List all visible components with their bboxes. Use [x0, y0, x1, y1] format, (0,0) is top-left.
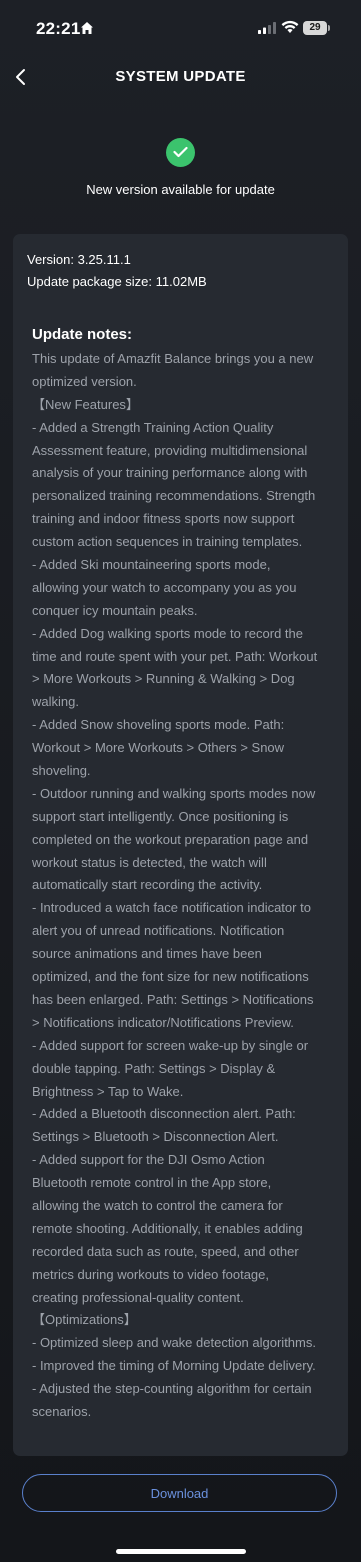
note-line: - Improved the timing of Morning Update … [32, 1358, 316, 1374]
note-line: Workout > More Workouts > Others > Snow [32, 740, 285, 756]
battery-icon: 29 [303, 21, 327, 35]
note-line: > More Workouts > Running & Walking > Do… [32, 671, 295, 687]
note-line: workout status is detected, the watch wi… [32, 854, 267, 870]
note-line: - Added support for the DJI Osmo Action [32, 1152, 265, 1168]
note-line: completed on the workout preparation pag… [32, 831, 309, 847]
status-bar: 22:21 29 [0, 0, 361, 58]
package-size-label: Update package size: 11.02MB [27, 274, 207, 289]
note-line: training and indoor fitness sports now s… [32, 511, 295, 527]
note-line: 【Optimizations】 [32, 1312, 137, 1328]
note-line: automatically start recording the activi… [32, 877, 263, 893]
note-line: conquer icy mountain peaks. [32, 602, 198, 618]
note-line: - Added a Bluetooth disconnection alert.… [32, 1106, 296, 1122]
note-line: - Introduced a watch face notification i… [32, 900, 311, 916]
note-line: - Adjusted the step-counting algorithm f… [32, 1381, 312, 1397]
note-line: - Outdoor running and walking sports mod… [32, 785, 316, 801]
note-line: time and route spent with your pet. Path… [32, 648, 318, 664]
note-line: - Optimized sleep and wake detection alg… [32, 1335, 316, 1351]
note-line: alert you of unread notifications. Notif… [32, 923, 285, 939]
note-line: metrics during workouts to video footage… [32, 1266, 270, 1282]
checkmark-icon [173, 146, 188, 158]
note-line: optimized version. [32, 373, 137, 389]
note-line: - Added Ski mountaineering sports mode, [32, 557, 271, 573]
note-line: allowing the watch to control the camera… [32, 1197, 283, 1213]
download-button[interactable]: Download [22, 1474, 337, 1512]
update-available-message: New version available for update [86, 182, 275, 197]
note-line: support start intelligently. Once positi… [32, 808, 289, 824]
check-circle-icon [166, 138, 195, 167]
note-line: - Added Dog walking sports mode to recor… [32, 625, 303, 641]
note-line: shoveling. [32, 763, 91, 779]
note-line: remote shooting. Additionally, it enable… [32, 1220, 303, 1236]
wifi-icon [281, 20, 299, 33]
battery-nub [328, 25, 330, 31]
notes-list[interactable]: This update of Amazfit Balance brings yo… [32, 348, 342, 1424]
note-line: analysis of your training performance al… [32, 465, 308, 481]
note-line: Settings > Bluetooth > Disconnection Ale… [32, 1129, 279, 1145]
note-line: recorded data such as route, speed, and … [32, 1243, 299, 1259]
page-title: SYSTEM UPDATE [115, 68, 246, 85]
note-line: This update of Amazfit Balance brings yo… [32, 351, 314, 366]
note-line: Bluetooth remote control in the App stor… [32, 1175, 272, 1191]
home-indicator [116, 1549, 246, 1554]
note-line: 【New Features】 [32, 396, 139, 412]
notes-title: Update notes: [32, 326, 133, 343]
signal-icon [258, 22, 276, 34]
version-label: Version: 3.25.11.1 [27, 252, 131, 267]
note-line: personalized training recommendations. S… [32, 488, 316, 504]
note-line: walking. [32, 694, 79, 710]
note-line: double tapping. Path: Settings > Display… [32, 1060, 276, 1076]
note-line: has been enlarged. Path: Settings > Noti… [32, 991, 314, 1007]
note-line: Assessment feature, providing multidimen… [32, 442, 308, 458]
note-line: scenarios. [32, 1403, 92, 1419]
update-info-card: Version: 3.25.11.1 Update package size: … [13, 234, 348, 1456]
nav-bar: SYSTEM UPDATE [0, 58, 361, 96]
battery-level: 29 [309, 22, 321, 33]
note-line: Brightness > Tap to Wake. [32, 1083, 184, 1099]
note-line: - Added Snow shoveling sports mode. Path… [32, 717, 285, 733]
note-line: optimized, and the font size for new not… [32, 969, 309, 985]
note-line: allowing your watch to accompany you as … [32, 579, 297, 595]
note-line: source animations and times have been [32, 946, 262, 962]
note-line: custom action sequences in training temp… [32, 534, 303, 550]
note-line: creating professional-quality content. [32, 1289, 244, 1305]
note-line: - Added a Strength Training Action Quali… [32, 419, 274, 435]
note-line: - Added support for screen wake-up by si… [32, 1037, 309, 1053]
home-icon [81, 22, 93, 34]
status-time: 22:21 [36, 19, 81, 38]
note-line: > Notifications indicator/Notifications … [32, 1014, 294, 1030]
